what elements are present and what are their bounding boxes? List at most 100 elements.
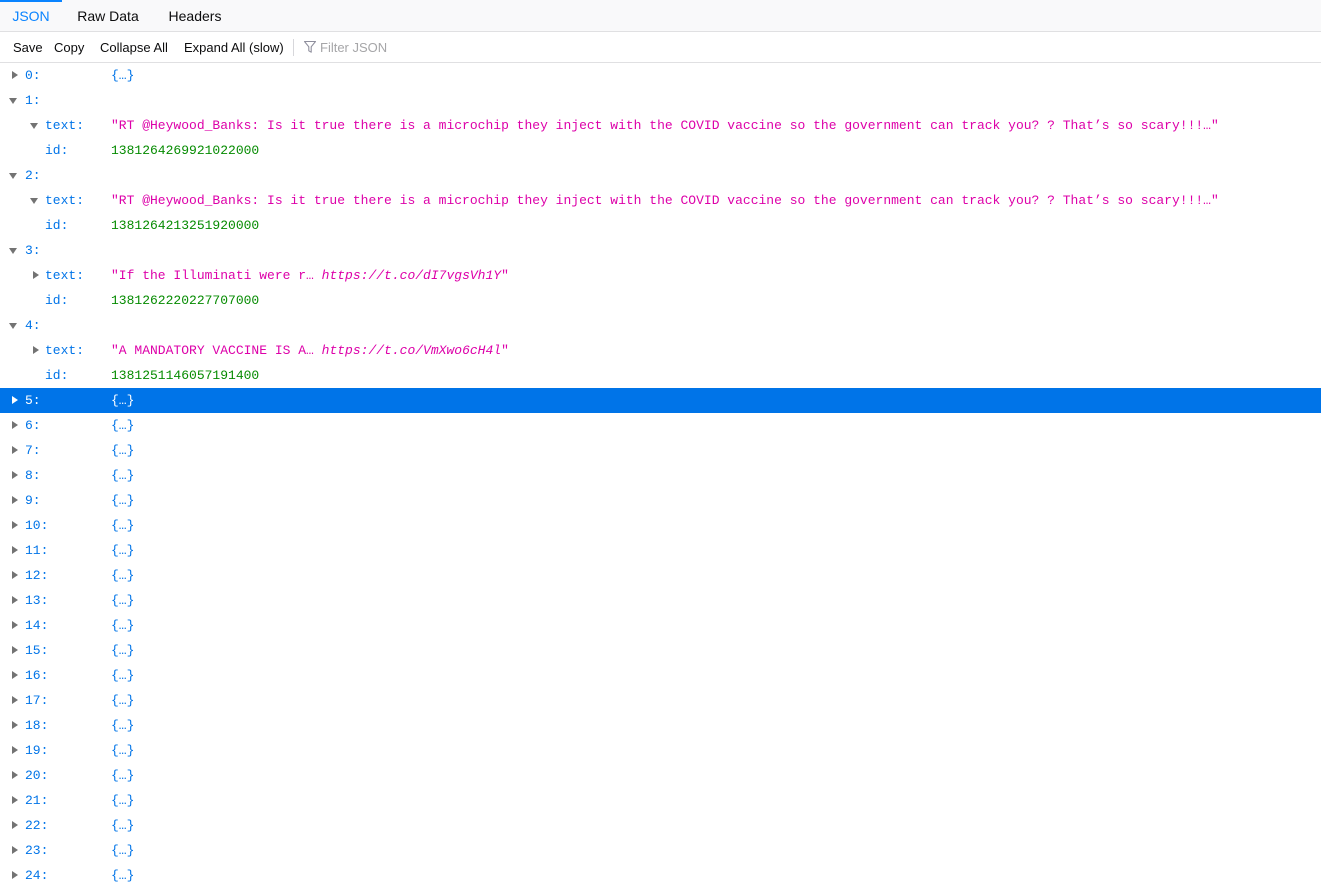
expand-arrow-icon[interactable] [33,346,39,354]
collapsed-object: {…} [111,593,135,608]
expand-arrow-icon[interactable] [12,471,18,479]
row-key: 3: [25,243,41,258]
expand-arrow-icon[interactable] [12,646,18,654]
tree-row[interactable]: 24: {…} [0,863,1321,888]
tree-row[interactable]: 20: {…} [0,763,1321,788]
collapse-arrow-icon[interactable] [9,173,17,179]
row-key: text: [45,268,85,283]
expand-arrow-icon[interactable] [12,696,18,704]
expand-arrow-icon[interactable] [12,846,18,854]
tree-row[interactable]: text: "RT @Heywood_Banks: Is it true the… [0,188,1321,213]
number-value: 1381251146057191400 [111,368,260,383]
tree-row[interactable]: 14: {…} [0,613,1321,638]
expand-arrow-icon[interactable] [12,821,18,829]
tree-row[interactable]: 4: [0,313,1321,338]
expand-arrow-icon[interactable] [12,671,18,679]
tree-row[interactable]: 0: {…} [0,63,1321,88]
row-key: id: [45,218,69,233]
row-key: 23: [25,843,49,858]
number-value: 1381262220227707000 [111,293,260,308]
tree-row[interactable]: 18: {…} [0,713,1321,738]
expand-arrow-icon[interactable] [12,596,18,604]
json-toolbar: Save Copy Collapse All Expand All (slow) [0,32,1321,63]
tree-row[interactable]: text: "A MANDATORY VACCINE IS A… https:/… [0,338,1321,363]
tree-row[interactable]: 7: {…} [0,438,1321,463]
collapsed-object: {…} [111,693,135,708]
expand-arrow-icon[interactable] [12,746,18,754]
url-link[interactable]: https://t.co/dI7vgsVh1Y [322,268,501,283]
filter-json-input[interactable] [320,36,620,58]
expand-arrow-icon[interactable] [12,871,18,879]
tree-row[interactable]: 17: {…} [0,688,1321,713]
copy-button[interactable]: Copy [54,32,84,62]
tree-row[interactable]: 1: [0,88,1321,113]
row-key: 12: [25,568,49,583]
tree-row[interactable]: id: 1381264269921022000 [0,138,1321,163]
tree-row-selected[interactable]: 5: {…} [0,388,1321,413]
save-button[interactable]: Save [13,32,43,62]
tree-row[interactable]: 23: {…} [0,838,1321,863]
row-key: 7: [25,443,41,458]
collapsed-object: {…} [111,618,135,633]
collapsed-object: {…} [111,543,135,558]
expand-arrow-icon[interactable] [12,771,18,779]
collapsed-object: {…} [111,393,135,408]
tree-row[interactable]: 2: [0,163,1321,188]
number-value: 1381264213251920000 [111,218,260,233]
collapse-arrow-icon[interactable] [9,98,17,104]
row-key: 0: [25,68,41,83]
filter-icon [303,40,317,53]
tab-raw-data[interactable]: Raw Data [62,0,154,32]
collapse-arrow-icon[interactable] [9,248,17,254]
collapse-arrow-icon[interactable] [30,198,38,204]
tree-row[interactable]: text: "RT @Heywood_Banks: Is it true the… [0,113,1321,138]
tree-row[interactable]: id: 1381264213251920000 [0,213,1321,238]
expand-arrow-icon[interactable] [12,571,18,579]
collapsed-object: {…} [111,443,135,458]
expand-arrow-icon[interactable] [12,721,18,729]
row-key: text: [45,193,85,208]
tree-row[interactable]: text: "If the Illuminati were r… https:/… [0,263,1321,288]
tree-row[interactable]: 9: {…} [0,488,1321,513]
tree-row[interactable]: id: 1381262220227707000 [0,288,1321,313]
string-text: "A MANDATORY VACCINE IS A… [111,343,322,358]
expand-arrow-icon[interactable] [12,621,18,629]
tree-row[interactable]: 3: [0,238,1321,263]
collapse-arrow-icon[interactable] [30,123,38,129]
expand-all-button[interactable]: Expand All (slow) [184,32,284,62]
expand-arrow-icon[interactable] [12,421,18,429]
tree-row[interactable]: 22: {…} [0,813,1321,838]
tree-row[interactable]: 19: {…} [0,738,1321,763]
tree-row[interactable]: 13: {…} [0,588,1321,613]
tree-row[interactable]: 12: {…} [0,563,1321,588]
tree-row[interactable]: 10: {…} [0,513,1321,538]
row-key: 18: [25,718,49,733]
expand-arrow-icon[interactable] [33,271,39,279]
collapsed-object: {…} [111,793,135,808]
expand-arrow-icon[interactable] [12,521,18,529]
tree-row[interactable]: 15: {…} [0,638,1321,663]
tab-headers[interactable]: Headers [154,0,236,32]
collapsed-object: {…} [111,68,135,83]
collapse-arrow-icon[interactable] [9,323,17,329]
url-link[interactable]: https://t.co/VmXwo6cH4l [322,343,501,358]
tree-row[interactable]: 16: {…} [0,663,1321,688]
tree-row[interactable]: 6: {…} [0,413,1321,438]
string-quote: " [501,268,509,283]
tab-json[interactable]: JSON [0,0,62,32]
expand-arrow-icon[interactable] [12,71,18,79]
tree-row[interactable]: 11: {…} [0,538,1321,563]
row-key: 21: [25,793,49,808]
expand-arrow-icon[interactable] [12,546,18,554]
expand-arrow-icon[interactable] [12,446,18,454]
expand-arrow-icon[interactable] [12,396,18,404]
row-key: 15: [25,643,49,658]
tree-row[interactable]: 8: {…} [0,463,1321,488]
expand-arrow-icon[interactable] [12,496,18,504]
tree-row[interactable]: 21: {…} [0,788,1321,813]
row-key: 22: [25,818,49,833]
expand-arrow-icon[interactable] [12,796,18,804]
tree-row[interactable]: id: 1381251146057191400 [0,363,1321,388]
toolbar-divider [293,39,294,56]
collapse-all-button[interactable]: Collapse All [100,32,168,62]
